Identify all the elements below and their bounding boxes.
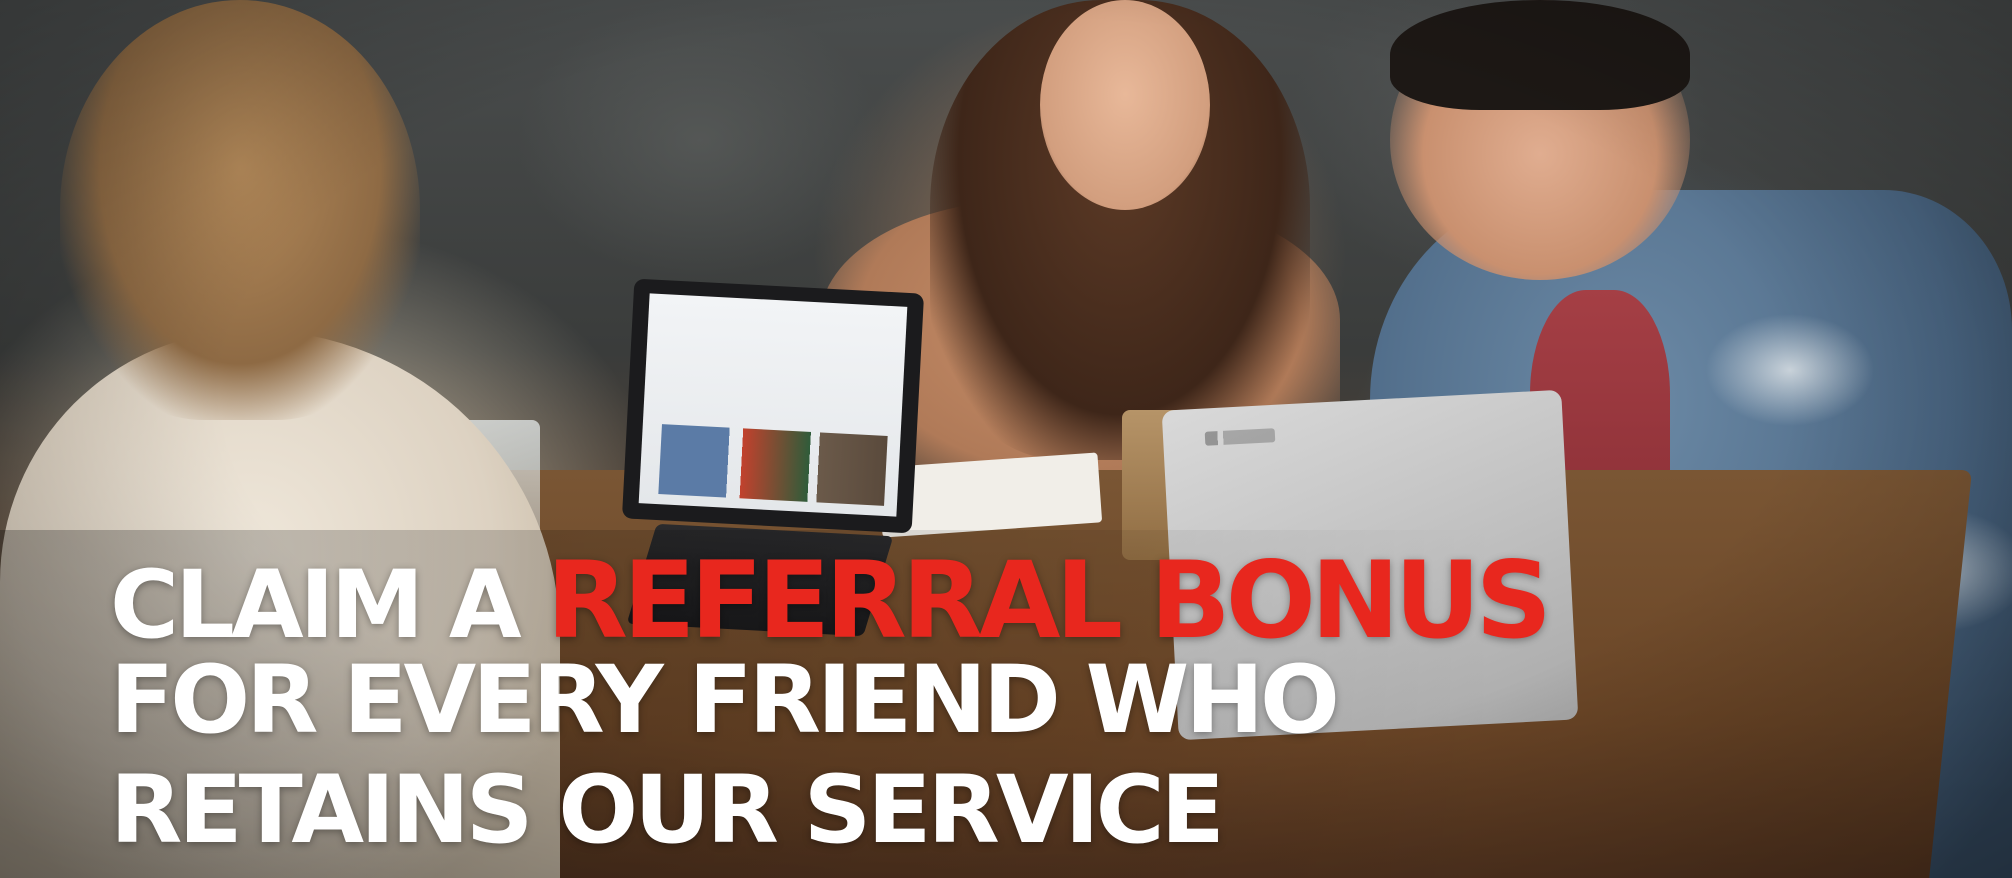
referral-hero-banner: CLAIM A REFERRAL BONUS FOR EVERY FRIEND … (0, 0, 2012, 878)
headline-highlight: REFERRAL BONUS (546, 539, 1552, 662)
headline-prefix: CLAIM A (110, 551, 522, 660)
headline-line-2: FOR EVERY FRIEND WHO (110, 646, 1340, 755)
referral-headline: CLAIM A REFERRAL BONUS FOR EVERY FRIEND … (110, 548, 1552, 870)
headline-line-1: CLAIM A REFERRAL BONUS (110, 548, 1552, 654)
headline-line-3: RETAINS OUR SERVICE (110, 756, 1225, 865)
